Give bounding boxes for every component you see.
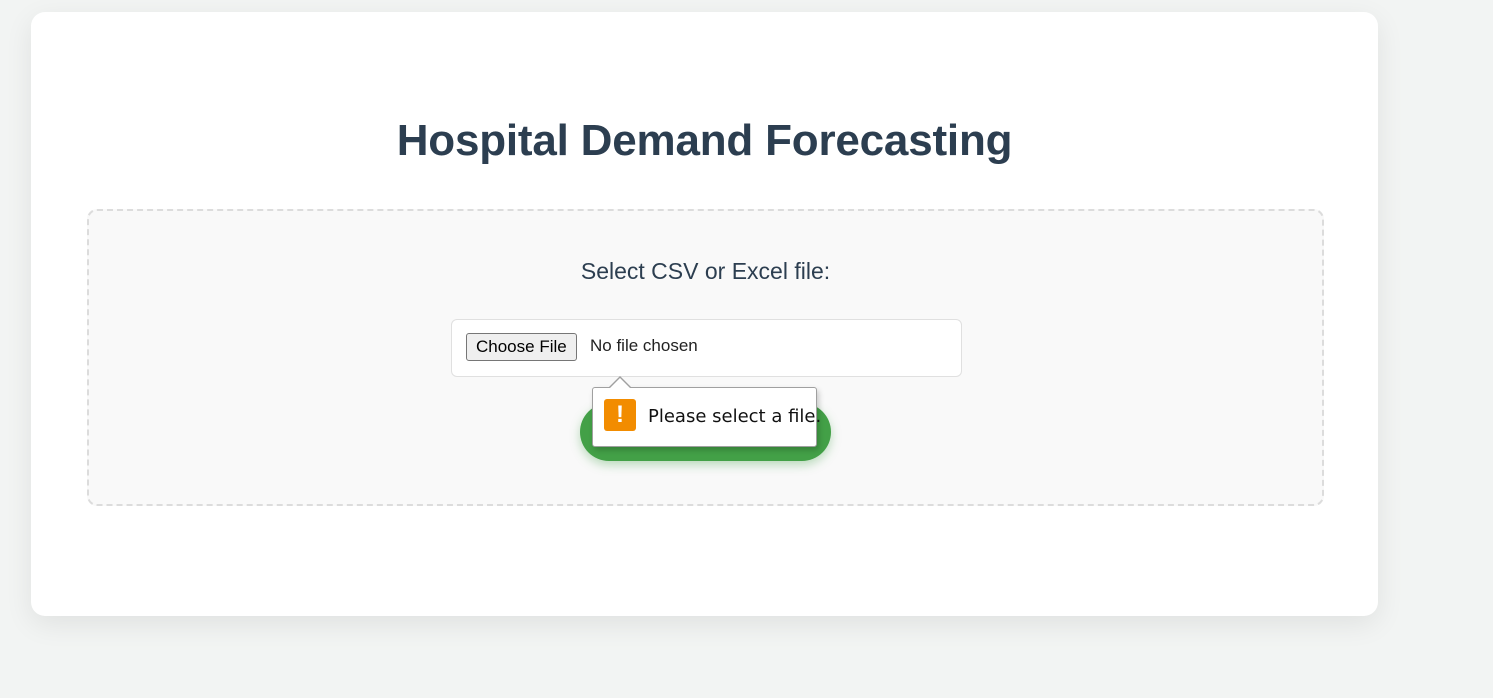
file-status-text: No file chosen	[590, 336, 698, 355]
validation-message: Please select a file.	[648, 406, 822, 427]
validation-tooltip: ! Please select a file.	[592, 376, 821, 447]
upload-area: Select CSV or Excel file: Choose File No…	[87, 209, 1324, 506]
file-select-label: Select CSV or Excel file:	[580, 258, 831, 284]
page-title: Hospital Demand Forecasting	[396, 116, 1013, 165]
choose-file-button[interactable]: Choose File	[466, 333, 577, 361]
file-input[interactable]: Choose File No file chosen	[451, 319, 962, 377]
main-card: Hospital Demand Forecasting Select CSV o…	[31, 12, 1378, 616]
warning-icon: !	[604, 399, 636, 431]
